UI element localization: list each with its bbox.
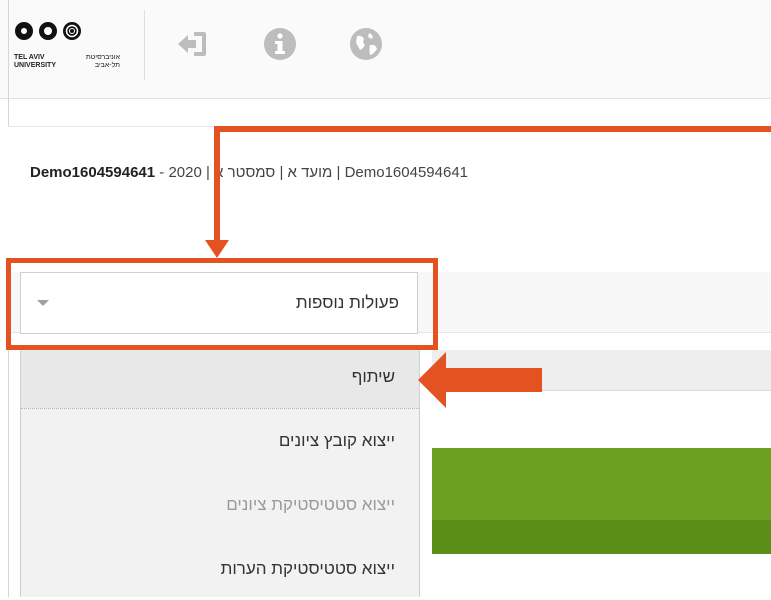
more-actions-menu: שיתוף ייצוא קובץ ציונים ייצוא סטטיסטיקת … (20, 346, 420, 597)
annotation-line-vertical (214, 126, 220, 250)
globe-icon[interactable] (348, 26, 384, 62)
course-details: - 2020 | מועד א | סמסטר א | Demo16045946… (155, 164, 469, 181)
menu-item-export-grades-file[interactable]: ייצוא קובץ ציונים (21, 410, 419, 472)
annotation-arrow-down (205, 240, 229, 258)
logo-text-he-1: אוניברסיטת (85, 54, 120, 61)
logo-text-he-2: תל-אביב (94, 62, 120, 69)
menu-divider (21, 408, 419, 409)
info-icon[interactable] (262, 26, 298, 62)
course-info-panel (8, 126, 771, 274)
sign-in-icon[interactable] (174, 26, 210, 62)
logo-wordmark: TEL AVIV UNIVERSITY אוניברסיטת תל-אביב (14, 54, 134, 78)
annotation-highlight-box (6, 258, 438, 350)
table-row (432, 554, 771, 597)
course-name: Demo1604594641 (30, 164, 156, 181)
progress-bar (432, 448, 771, 554)
annotation-line-horizontal (214, 126, 771, 132)
annotation-arrow-left-icon (418, 352, 542, 408)
course-title: Demo1604594641 - 2020 | מועד א | סמסטר א… (30, 164, 468, 181)
menu-item-export-comment-statistics[interactable]: ייצוא סטטיסטיקת הערות (21, 538, 419, 600)
header-divider (144, 10, 145, 80)
menu-item-export-grade-statistics: ייצוא סטטיסטיקת ציונים (226, 495, 395, 514)
menu-item-share[interactable]: שיתוף (21, 346, 419, 408)
